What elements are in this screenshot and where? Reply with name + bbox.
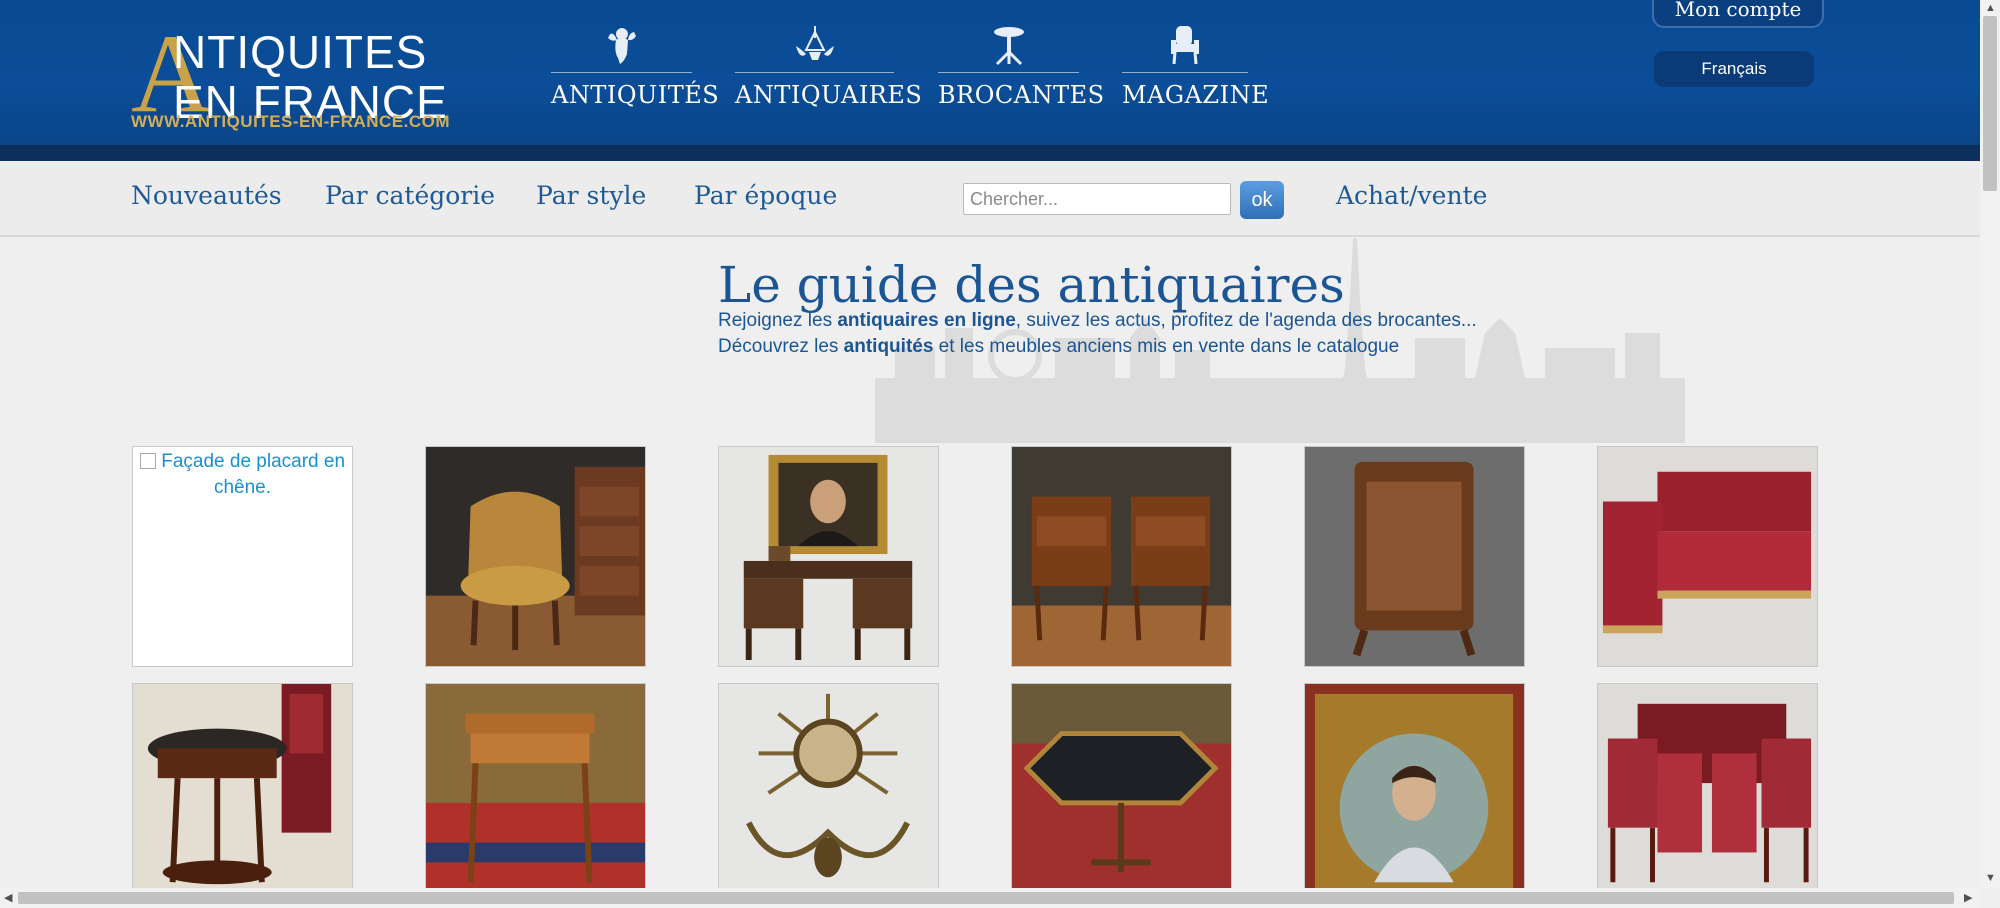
nav-label: MAGAZINE [1122, 81, 1270, 109]
site-logo[interactable]: A NTIQUITES EN FRANCE WWW.ANTIQUITES-EN-… [131, 18, 451, 134]
scroll-left-arrow-icon[interactable]: ◀ [4, 891, 12, 904]
cherub-icon [607, 28, 636, 64]
desk-portrait-photo [719, 447, 938, 666]
hero-intro-line-1: Rejoignez les antiquaires en ligne, suiv… [718, 310, 1477, 331]
product-tile-portrait[interactable] [1304, 683, 1525, 904]
product-image-alt-text: Façade de placard en chêne. [161, 451, 346, 498]
language-selector[interactable]: Français [1654, 51, 1814, 87]
leather-armchair-photo [426, 447, 645, 666]
nav-antiquites[interactable]: ANTIQUITÉS [551, 20, 720, 120]
account-button[interactable]: Mon compte [1652, 0, 1824, 28]
horizontal-scroll-thumb[interactable] [18, 892, 1954, 904]
scroll-right-arrow-icon[interactable]: ▶ [1964, 891, 1972, 904]
scroll-down-arrow-icon[interactable]: ▼ [1985, 872, 1996, 884]
chandelier-icon [795, 26, 834, 60]
vertical-scroll-thumb[interactable] [1983, 16, 1997, 191]
nightstands-photo [1012, 447, 1231, 666]
antiquaires-en-ligne-link[interactable]: antiquaires en ligne [837, 310, 1015, 331]
sub-nav: Nouveautés Par catégorie Par style Par é… [0, 161, 1980, 237]
red-sofa-photo [1598, 447, 1817, 666]
hero-intro-line-2: Découvrez les antiquités et les meubles … [718, 336, 1400, 357]
nav-brocantes[interactable]: BROCANTES [938, 20, 1105, 120]
fire-screen-photo [1305, 447, 1524, 666]
vertical-scrollbar[interactable]: ▲ ▼ [1980, 0, 2000, 888]
product-tile-writing-table[interactable] [425, 683, 646, 904]
scroll-up-arrow-icon[interactable]: ▲ [1985, 2, 1996, 14]
header-strip [0, 145, 1980, 161]
logo-url: WWW.ANTIQUITES-EN-FRANCE.COM [131, 112, 451, 131]
subnav-par-categorie[interactable]: Par catégorie [325, 181, 495, 210]
product-tile-broken-image[interactable]: Façade de placard en chêne. [132, 446, 353, 667]
product-tile-red-sofa[interactable] [1597, 446, 1818, 667]
product-tile-gueridon[interactable] [132, 683, 353, 904]
broken-image-icon [139, 453, 156, 469]
antiquites-link[interactable]: antiquités [844, 336, 934, 357]
nav-label: BROCANTES [938, 81, 1105, 109]
search-input[interactable] [963, 183, 1231, 215]
nav-label: ANTIQUITÉS [551, 81, 720, 109]
nav-antiquaires[interactable]: ANTIQUAIRES [735, 20, 923, 120]
nav-magazine[interactable]: MAGAZINE [1122, 20, 1270, 120]
product-tile-sunburst-mirror[interactable] [718, 683, 939, 904]
nav-label: ANTIQUAIRES [735, 81, 923, 109]
product-tile-octagonal-table[interactable] [1011, 683, 1232, 904]
subnav-nouveautes[interactable]: Nouveautés [131, 181, 282, 210]
subnav-par-style[interactable]: Par style [536, 181, 646, 210]
site-header: A NTIQUITES EN FRANCE WWW.ANTIQUITES-EN-… [0, 0, 1980, 145]
writing-table-photo [426, 684, 645, 903]
subnav-par-epoque[interactable]: Par époque [694, 181, 837, 210]
page-title: Le guide des antiquaires [718, 256, 1345, 314]
portrait-photo [1305, 684, 1524, 903]
logo-line-1: NTIQUITES [173, 26, 428, 78]
octagonal-table-photo [1012, 684, 1231, 903]
product-tile-desk-portrait[interactable] [718, 446, 939, 667]
product-tile-nightstands[interactable] [1011, 446, 1232, 667]
subnav-achat-vente[interactable]: Achat/vente [1336, 181, 1487, 210]
armchair-icon [1171, 26, 1199, 65]
sunburst-mirror-photo [719, 684, 938, 903]
product-tile-armchair[interactable] [425, 446, 646, 667]
gueridon-photo [133, 684, 352, 903]
salon-suite-photo [1598, 684, 1817, 903]
product-tile-salon-suite[interactable] [1597, 683, 1818, 904]
product-tile-fire-screen[interactable] [1304, 446, 1525, 667]
search-ok-button[interactable]: ok [1240, 181, 1284, 219]
gueridon-table-icon [993, 27, 1024, 66]
horizontal-scrollbar[interactable]: ◀ ▶ [0, 888, 1980, 908]
